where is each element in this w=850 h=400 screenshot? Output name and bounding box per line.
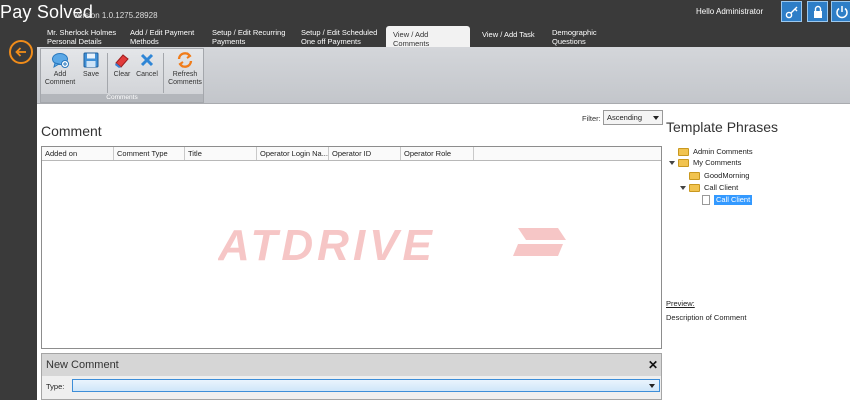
ribbon-toolbar: Add Comment Save Clear Cancel Refresh Co… xyxy=(37,47,850,104)
refresh-icon xyxy=(177,52,193,68)
preview-label: Preview: xyxy=(666,299,695,308)
tab-label-line2: Personal Details xyxy=(47,37,102,46)
tab-label-line2: Payments xyxy=(212,37,246,46)
column-header-title[interactable]: Title xyxy=(185,147,257,160)
tab-label-line1: Mr. Sherlock Holmes xyxy=(47,28,117,37)
close-icon[interactable]: ✕ xyxy=(648,358,658,372)
column-header-operator-id[interactable]: Operator ID xyxy=(329,147,401,160)
type-select[interactable] xyxy=(72,379,660,392)
tree-item-goodmorning[interactable]: GoodMorning xyxy=(689,171,749,181)
clear-label: Clear xyxy=(113,71,131,78)
folder-icon xyxy=(689,184,700,192)
refresh-label-2: Comments xyxy=(168,79,202,86)
watermark-text: ATDRIVE xyxy=(218,221,436,270)
ribbon-separator xyxy=(163,53,164,93)
chevron-down-icon xyxy=(649,384,655,388)
ribbon-group-label: Comments xyxy=(41,94,203,102)
left-rail xyxy=(0,40,37,400)
filter-select[interactable]: Ascending xyxy=(603,110,663,125)
preview-text: Description of Comment xyxy=(666,313,747,322)
column-header-comment-type[interactable]: Comment Type xyxy=(114,147,185,160)
arrow-left-icon xyxy=(15,47,26,57)
clear-button[interactable]: Clear xyxy=(110,51,134,79)
save-button[interactable]: Save xyxy=(79,51,103,79)
cancel-icon xyxy=(140,53,154,67)
back-button[interactable] xyxy=(9,40,33,64)
tab-label-line2: One off Payments xyxy=(301,37,361,46)
tab-personal-details[interactable]: Mr. Sherlock Holmes Personal Details xyxy=(43,26,125,48)
folder-icon xyxy=(678,159,689,167)
new-comment-panel: New Comment ✕ Type: xyxy=(41,353,662,400)
tab-label-line1: Demographic xyxy=(552,28,597,37)
key-button[interactable] xyxy=(781,1,802,22)
expand-triangle-icon[interactable] xyxy=(669,161,675,165)
template-phrases-title: Template Phrases xyxy=(666,119,779,135)
filter-value: Ascending xyxy=(607,113,643,122)
ribbon-separator xyxy=(107,53,108,93)
add-comment-button[interactable]: Add Comment xyxy=(44,51,76,87)
add-comment-icon xyxy=(52,53,69,69)
folder-icon xyxy=(689,172,700,180)
tab-label-line1: Setup / Edit Scheduled xyxy=(301,28,378,37)
tab-payment-methods[interactable]: Add / Edit Payment Methods xyxy=(126,26,210,48)
tab-label-line1: View / Add Task xyxy=(482,30,535,39)
new-comment-title: New Comment xyxy=(46,359,119,371)
save-label: Save xyxy=(83,71,99,78)
cancel-label: Cancel xyxy=(136,71,158,78)
ribbon-group-comments: Add Comment Save Clear Cancel Refresh Co… xyxy=(40,48,204,103)
new-comment-header: New Comment ✕ xyxy=(42,354,661,376)
folder-icon xyxy=(678,148,689,156)
tab-label-line2: Methods xyxy=(130,37,159,46)
comment-title: Comment xyxy=(41,123,102,139)
add-comment-label-1: Add xyxy=(53,71,67,78)
power-button[interactable] xyxy=(831,1,850,22)
type-label: Type: xyxy=(46,382,65,391)
watermark-logo: ATDRIVE xyxy=(218,221,566,270)
refresh-comments-button[interactable]: Refresh Comments xyxy=(167,51,203,87)
tab-demographic-questions[interactable]: Demographic Questions xyxy=(548,26,618,48)
eraser-icon xyxy=(115,54,129,68)
lock-button[interactable] xyxy=(807,1,828,22)
lock-icon xyxy=(813,5,822,18)
tab-label-line1: View / Add Comments xyxy=(393,30,430,48)
column-header-operator-login[interactable]: Operator Login Na... xyxy=(257,147,329,160)
filter-label: Filter: xyxy=(582,114,601,123)
chevron-down-icon xyxy=(653,116,659,120)
title-bar: Pay Solved Version 1.0.1275.28928 Hello … xyxy=(0,0,850,48)
tab-label-line1: Add / Edit Payment xyxy=(130,28,195,37)
column-header-added-on[interactable]: Added on xyxy=(42,147,114,160)
tab-scheduled-payments[interactable]: Setup / Edit Scheduled One off Payments xyxy=(297,26,383,48)
tree-item-call-client-folder[interactable]: Call Client xyxy=(680,183,738,193)
tab-label-line2: Questions xyxy=(552,37,586,46)
tree-item-label-selected: Call Client xyxy=(714,195,753,205)
user-greeting: Hello Administrator xyxy=(696,7,764,16)
tab-recurring-payments[interactable]: Setup / Edit Recurring Payments xyxy=(208,26,296,48)
key-icon xyxy=(785,6,797,18)
tree-item-label: Admin Comments xyxy=(693,147,753,156)
save-icon xyxy=(83,52,99,68)
tree-item-label: My Comments xyxy=(693,158,742,167)
tab-view-add-task[interactable]: View / Add Task xyxy=(478,26,544,48)
grid-header: Added on Comment Type Title Operator Log… xyxy=(42,147,661,161)
tree-item-label: GoodMorning xyxy=(704,171,750,180)
expand-triangle-icon[interactable] xyxy=(680,186,686,190)
tree-item-call-client-phrase[interactable]: Call Client xyxy=(702,195,753,205)
tree-item-label: Call Client xyxy=(704,183,739,192)
power-icon xyxy=(835,5,848,18)
add-comment-label-2: Comment xyxy=(44,79,76,86)
tab-view-add-comments[interactable]: View / Add Comments xyxy=(386,26,470,48)
document-icon xyxy=(702,195,710,205)
cancel-button[interactable]: Cancel xyxy=(135,51,159,79)
tab-label-line1: Setup / Edit Recurring xyxy=(212,28,286,37)
column-header-operator-role[interactable]: Operator Role xyxy=(401,147,474,160)
tree-item-admin-comments[interactable]: Admin Comments xyxy=(678,147,753,157)
refresh-label-1: Refresh xyxy=(172,71,198,78)
app-version: Version 1.0.1275.28928 xyxy=(73,11,158,20)
tree-item-my-comments[interactable]: My Comments xyxy=(669,158,741,168)
